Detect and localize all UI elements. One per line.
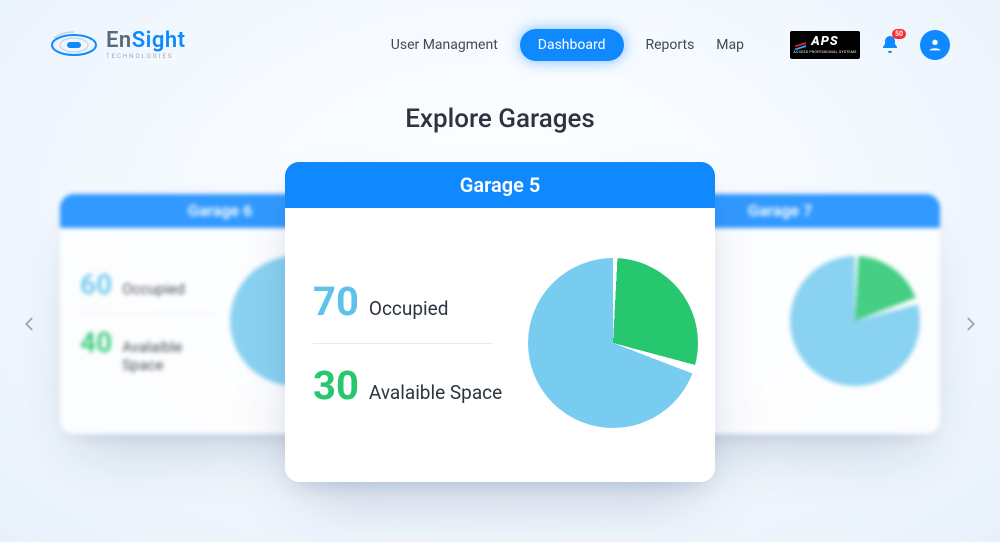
notifications-button[interactable]: 50 (878, 33, 902, 57)
carousel-next-button[interactable] (958, 312, 982, 336)
available-label: Avalaible Space (369, 381, 502, 404)
nav: User Managment Dashboard Reports Map APS… (391, 29, 950, 61)
aps-badge-sub: ACCESS PROFESSIONAL SYSTEMS (793, 50, 856, 54)
logo-brand-sight: Sight (132, 28, 186, 53)
logo-subtext: TECHNOLOGIES (106, 54, 186, 60)
garage-card-center[interactable]: Garage 5 70 Occupied 30 Avalaible Space (285, 162, 715, 482)
logo-text: EnSight TECHNOLOGIES (106, 30, 186, 60)
chevron-right-icon (961, 315, 979, 333)
header: EnSight TECHNOLOGIES User Managment Dash… (0, 0, 1000, 70)
nav-map[interactable]: Map (716, 37, 744, 53)
garage-pie-chart (790, 256, 920, 386)
available-value: 30 (313, 362, 359, 409)
logo[interactable]: EnSight TECHNOLOGIES (50, 30, 186, 60)
aps-badge[interactable]: APS ACCESS PROFESSIONAL SYSTEMS (790, 31, 860, 59)
occupied-label: Occupied (369, 297, 449, 320)
occupied-value: 60 (80, 268, 112, 301)
nav-dashboard[interactable]: Dashboard (520, 29, 624, 61)
garage-carousel: Garage 6 60 Occupied 40 Avalaible Space (0, 162, 1000, 522)
divider (313, 343, 493, 344)
garage-pie-chart (528, 258, 698, 428)
garage-card-title: Garage 5 (285, 162, 715, 208)
available-value: 40 (80, 326, 112, 359)
notifications-count: 50 (892, 29, 906, 39)
carousel-prev-button[interactable] (18, 312, 42, 336)
chevron-left-icon (21, 315, 39, 333)
aps-badge-main: APS (811, 35, 839, 48)
avatar-button[interactable] (920, 30, 950, 60)
header-right-cluster: APS ACCESS PROFESSIONAL SYSTEMS 50 (790, 30, 950, 60)
logo-brand-en: En (106, 28, 132, 53)
available-label: Avalaible Space (122, 338, 214, 374)
occupied-label: Occupied (122, 280, 185, 298)
occupied-value: 70 (313, 278, 359, 325)
divider (80, 313, 214, 314)
logo-eye-icon (50, 31, 98, 59)
nav-reports[interactable]: Reports (646, 37, 695, 53)
page-title: Explore Garages (0, 104, 1000, 134)
user-icon (927, 37, 943, 53)
nav-user-management[interactable]: User Managment (391, 37, 498, 53)
